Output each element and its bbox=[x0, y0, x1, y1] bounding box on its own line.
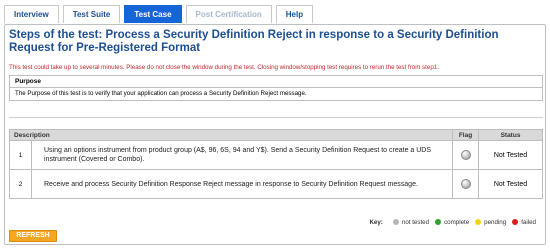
purpose-text: The Purpose of this test is to verify th… bbox=[15, 90, 307, 97]
purpose-box: Purpose The Purpose of this test is to v… bbox=[9, 75, 543, 101]
warning-message: This test could take up to several minut… bbox=[9, 64, 439, 71]
purpose-heading: Purpose bbox=[10, 76, 542, 88]
divider bbox=[9, 117, 543, 118]
step-status: Not Tested bbox=[478, 140, 543, 170]
column-header-status: Status bbox=[478, 129, 543, 141]
tab-post-certification: Post Certification bbox=[185, 5, 272, 23]
step-status: Not Tested bbox=[478, 169, 543, 199]
legend-item-complete: complete bbox=[435, 219, 469, 226]
gray-dot-icon bbox=[392, 219, 399, 225]
column-header-description: Description bbox=[9, 129, 453, 141]
status-legend: Key: not tested complete pending failed bbox=[369, 217, 536, 227]
step-number: 1 bbox=[9, 140, 32, 170]
tab-help[interactable]: Help bbox=[275, 5, 314, 23]
legend-label: complete bbox=[444, 218, 470, 226]
step-description: Using an options instrument from product… bbox=[31, 140, 453, 170]
legend-label: pending bbox=[484, 218, 507, 226]
refresh-button[interactable]: REFRESH bbox=[9, 230, 57, 242]
yellow-dot-icon bbox=[475, 219, 482, 225]
tab-interview[interactable]: Interview bbox=[4, 5, 59, 23]
steps-table-header: Description Flag Status bbox=[9, 129, 543, 141]
page-title: Steps of the test: Process a Security De… bbox=[9, 29, 499, 54]
table-row: 2 Receive and process Security Definitio… bbox=[9, 169, 543, 199]
tab-test-case[interactable]: Test Case bbox=[124, 5, 182, 23]
legend-label: failed bbox=[521, 218, 536, 226]
red-dot-icon bbox=[512, 219, 519, 225]
status-light-icon bbox=[460, 179, 471, 189]
legend-item-failed: failed bbox=[512, 219, 536, 226]
step-description: Receive and process Security Definition … bbox=[31, 169, 453, 199]
column-header-flag: Flag bbox=[452, 129, 479, 141]
legend-item-pending: pending bbox=[475, 219, 506, 226]
legend-item-not-tested: not tested bbox=[392, 218, 430, 226]
legend-label: not tested bbox=[401, 218, 430, 226]
status-light-icon bbox=[460, 150, 471, 160]
steps-table: Description Flag Status 1 Using an optio… bbox=[9, 129, 543, 199]
tab-test-suite[interactable]: Test Suite bbox=[62, 5, 121, 23]
table-row: 1 Using an options instrument from produ… bbox=[9, 140, 543, 170]
step-number: 2 bbox=[9, 169, 32, 199]
tab-bar: Interview Test Suite Test Case Post Cert… bbox=[4, 5, 317, 25]
flag-cell bbox=[452, 169, 479, 199]
green-dot-icon bbox=[435, 219, 442, 225]
legend-key-label: Key: bbox=[369, 218, 383, 226]
flag-cell bbox=[452, 140, 479, 170]
